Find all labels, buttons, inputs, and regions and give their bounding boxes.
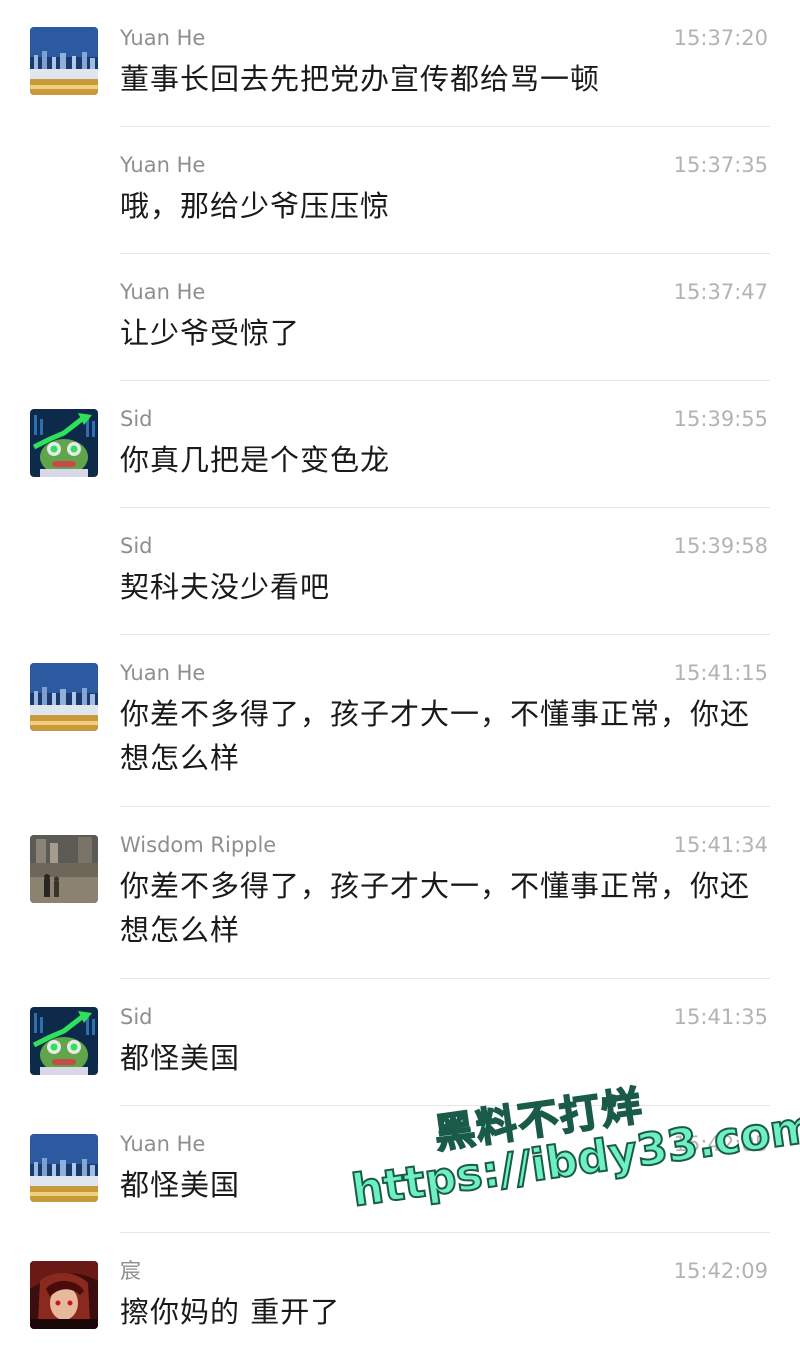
message-text: 你差不多得了，孩子才大一，不懂事正常，你还想怎么样 <box>120 869 751 947</box>
message-sender: Wisdom Ripple <box>120 833 277 857</box>
message-timestamp: 15:39:55 <box>673 407 768 431</box>
message-timestamp: 15:37:35 <box>673 153 768 177</box>
message-divider <box>120 1105 770 1106</box>
message-timestamp: 15:42:05 <box>673 1132 768 1156</box>
watermark-title: 黑料不打烊 <box>431 1082 647 1159</box>
message-sender: Yuan He <box>120 26 206 50</box>
avatar-anime-character-icon[interactable] <box>30 1261 98 1329</box>
avatar-city-night-icon[interactable] <box>30 27 98 95</box>
message-timestamp: 15:37:47 <box>673 280 768 304</box>
message-timestamp: 15:41:34 <box>673 833 768 857</box>
message-sender: Sid <box>120 534 153 558</box>
message-text: 都怪美国 <box>120 1041 241 1075</box>
message-divider <box>120 1232 770 1233</box>
avatar-city-night-icon[interactable] <box>30 1134 98 1202</box>
message-text: 哦，那给少爷压压惊 <box>120 189 391 223</box>
message-timestamp: 15:42:09 <box>673 1259 768 1283</box>
avatar-frog-stocks-icon[interactable] <box>30 409 98 477</box>
message-text: 契科夫没少看吧 <box>120 570 331 604</box>
message-timestamp: 15:41:35 <box>673 1005 768 1029</box>
message-timestamp: 15:41:15 <box>673 661 768 685</box>
message-sender: 宸 <box>120 1259 141 1283</box>
message-text: 董事长回去先把党办宣传都给骂一顿 <box>120 62 601 96</box>
message-sender: Yuan He <box>120 1132 206 1156</box>
message-divider <box>120 380 770 381</box>
message-divider <box>120 126 770 127</box>
message-divider <box>120 634 770 635</box>
message-timestamp: 15:37:20 <box>673 26 768 50</box>
chat-message-list: Yuan He 15:37:20 董事长回去先把党办宣传都给骂一顿 Yuan H… <box>0 0 800 1356</box>
message-sender: Yuan He <box>120 280 206 304</box>
message-text: 让少爷受惊了 <box>120 316 301 350</box>
message-sender: Sid <box>120 1005 153 1029</box>
avatar-street-photo-icon[interactable] <box>30 835 98 903</box>
message-divider <box>120 253 770 254</box>
avatar-city-night-icon[interactable] <box>30 663 98 731</box>
message-sender: Sid <box>120 407 153 431</box>
message-sender: Yuan He <box>120 153 206 177</box>
message-text: 你真几把是个变色龙 <box>120 443 391 477</box>
message-sender: Yuan He <box>120 661 206 685</box>
message-text: 你差不多得了，孩子才大一，不懂事正常，你还想怎么样 <box>120 697 751 775</box>
avatar-frog-stocks-icon[interactable] <box>30 1007 98 1075</box>
message-divider <box>120 507 770 508</box>
message-text: 擦你妈的 重开了 <box>120 1295 341 1329</box>
message-timestamp: 15:39:58 <box>673 534 768 558</box>
message-divider <box>120 806 770 807</box>
message-text: 都怪美国 <box>120 1168 241 1202</box>
message-divider <box>120 978 770 979</box>
